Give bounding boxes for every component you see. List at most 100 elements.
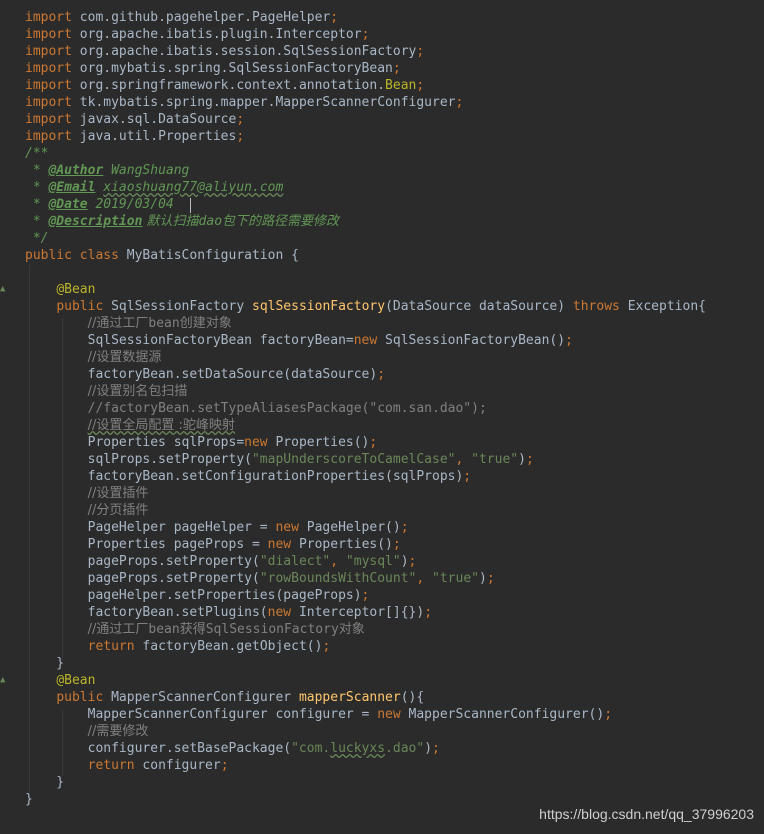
code-token: ; [330, 10, 339, 25]
code-line[interactable]: //设置插件 [25, 485, 149, 502]
code-token: * [25, 197, 49, 212]
code-token: ; [416, 78, 425, 93]
code-editor[interactable]: ▲ ▲ import com.github.pagehelper.PageHel… [0, 0, 764, 834]
code-token: ; [236, 112, 245, 127]
code-token: ; [424, 605, 433, 620]
code-token: bean [148, 622, 180, 637]
code-token: new [377, 707, 409, 722]
code-line[interactable]: } [25, 774, 64, 791]
code-token: @Email [48, 180, 96, 195]
code-token: public [56, 299, 112, 314]
code-token: PageHelper() [306, 520, 401, 535]
code-line[interactable]: factoryBean.setPlugins(new Interceptor[]… [25, 604, 432, 621]
code-line[interactable]: return factoryBean.getObject(); [25, 638, 331, 655]
code-token: bean [148, 316, 180, 331]
code-token: java.util.Properties [79, 129, 237, 144]
code-token: tk.mybatis.spring.mapper.MapperScannerCo… [79, 95, 456, 110]
code-token: 创建对象 [179, 316, 232, 331]
code-line[interactable]: //需要修改 [25, 723, 149, 740]
code-line[interactable]: * @Email xiaoshuang77@aliyun.com [25, 179, 283, 196]
code-token: } [25, 792, 33, 807]
code-line[interactable]: sqlProps.setProperty("mapUnderscoreToCam… [25, 451, 534, 468]
bean-gutter-icon[interactable]: ▲ [0, 675, 8, 685]
code-line[interactable]: public class MyBatisConfiguration { [25, 247, 299, 264]
code-token: //通过工厂 [87, 622, 149, 637]
code-line[interactable]: import org.apache.ibatis.plugin.Intercep… [25, 26, 369, 43]
code-token: ; [369, 435, 378, 450]
code-line[interactable]: */ [25, 230, 49, 247]
code-line[interactable]: import org.mybatis.spring.SqlSessionFact… [25, 60, 401, 77]
code-line[interactable]: * @Date 2019/03/04 [25, 196, 174, 213]
code-token: ; [361, 27, 370, 42]
code-line[interactable]: import org.apache.ibatis.session.SqlSess… [25, 43, 424, 60]
code-token: WangShuang [103, 163, 190, 178]
code-token: @Bean [56, 673, 96, 688]
code-line[interactable]: import tk.mybatis.spring.mapper.MapperSc… [25, 94, 463, 111]
code-line[interactable]: MapperScannerConfigurer configurer = new… [25, 706, 612, 723]
code-token: * [25, 214, 49, 229]
code-line[interactable]: @Bean [25, 672, 95, 689]
code-token: //factoryBean.setTypeAliasesPackage("com… [87, 401, 487, 416]
code-token: /** [25, 146, 49, 161]
code-token: ; [361, 588, 370, 603]
code-line[interactable]: /** [25, 145, 48, 162]
editor-gutter[interactable] [0, 0, 20, 834]
code-line[interactable]: //设置全局配置 :驼峰映射 [25, 417, 235, 434]
watermark: https://blog.csdn.net/qq_37996203 [539, 806, 754, 822]
code-line[interactable]: //设置别名包扫描 [25, 383, 188, 400]
code-line[interactable]: public SqlSessionFactory sqlSessionFacto… [25, 298, 706, 315]
code-line[interactable]: * @Description 默认扫描dao包下的路径需要修改 [25, 213, 339, 230]
code-token: import [25, 95, 80, 110]
code-token: SqlSessionFactoryBean() [385, 333, 566, 348]
code-token: factoryBean.setDataSource(dataSource) [25, 367, 378, 382]
code-line[interactable]: } [25, 791, 33, 808]
code-token: ; [604, 707, 613, 722]
code-token: //通过工厂 [87, 316, 149, 331]
code-line[interactable]: Properties sqlProps=new Properties(); [25, 434, 378, 451]
code-token: , [416, 571, 433, 586]
code-token: ) [518, 452, 526, 467]
code-line[interactable]: SqlSessionFactoryBean factoryBean=new Sq… [25, 332, 573, 349]
code-line[interactable]: pageHelper.setProperties(pageProps); [25, 587, 370, 604]
code-token: MyBatisConfiguration { [126, 248, 299, 263]
code-line[interactable]: import com.github.pagehelper.PageHelper; [25, 9, 338, 26]
code-line[interactable]: PageHelper pageHelper = new PageHelper()… [25, 519, 409, 536]
code-line[interactable]: Properties pageProps = new Properties(); [25, 536, 401, 553]
code-token: new [275, 520, 307, 535]
bean-gutter-icon[interactable]: ▲ [0, 284, 8, 294]
code-line[interactable]: //factoryBean.setTypeAliasesPackage("com… [25, 400, 487, 417]
code-line[interactable]: } [25, 655, 64, 672]
code-token: ; [416, 44, 425, 59]
code-token: Interceptor[]{}) [298, 605, 425, 620]
code-token: Exception{ [627, 299, 706, 314]
code-line[interactable]: import java.util.Properties; [25, 128, 244, 145]
code-line[interactable]: @Bean [25, 281, 95, 298]
code-line[interactable]: pageProps.setProperty("dialect", "mysql"… [25, 553, 417, 570]
code-token: //设置插件 [87, 486, 149, 501]
code-token: ; [220, 758, 229, 773]
code-token: @Date [48, 197, 88, 212]
code-line[interactable]: pageProps.setProperty("rowBoundsWithCoun… [25, 570, 495, 587]
code-token: import [25, 44, 80, 59]
code-line[interactable]: factoryBean.setConfigurationProperties(s… [25, 468, 472, 485]
code-token: "mysql" [345, 554, 401, 569]
code-line[interactable]: public MapperScannerConfigurer mapperSca… [25, 689, 424, 706]
code-line[interactable]: import javax.sql.DataSource; [25, 111, 244, 128]
code-line[interactable]: //设置数据源 [25, 349, 162, 366]
code-token: //设置别名包扫描 [87, 384, 188, 399]
code-line[interactable]: //分页插件 [25, 502, 149, 519]
code-line[interactable]: import org.springframework.context.annot… [25, 77, 424, 94]
code-line[interactable]: configurer.setBasePackage("com.luckyxs.d… [25, 740, 440, 757]
code-token: * [25, 163, 49, 178]
code-line[interactable]: //通过工厂bean获得SqlSessionFactory对象 [25, 621, 365, 638]
code-line[interactable]: return configurer; [25, 757, 229, 774]
code-line[interactable]: //通过工厂bean创建对象 [25, 315, 232, 332]
code-token: ; [392, 61, 401, 76]
code-line[interactable]: * @Author WangShuang [25, 162, 190, 179]
code-line[interactable]: factoryBean.setDataSource(dataSource); [25, 366, 385, 383]
